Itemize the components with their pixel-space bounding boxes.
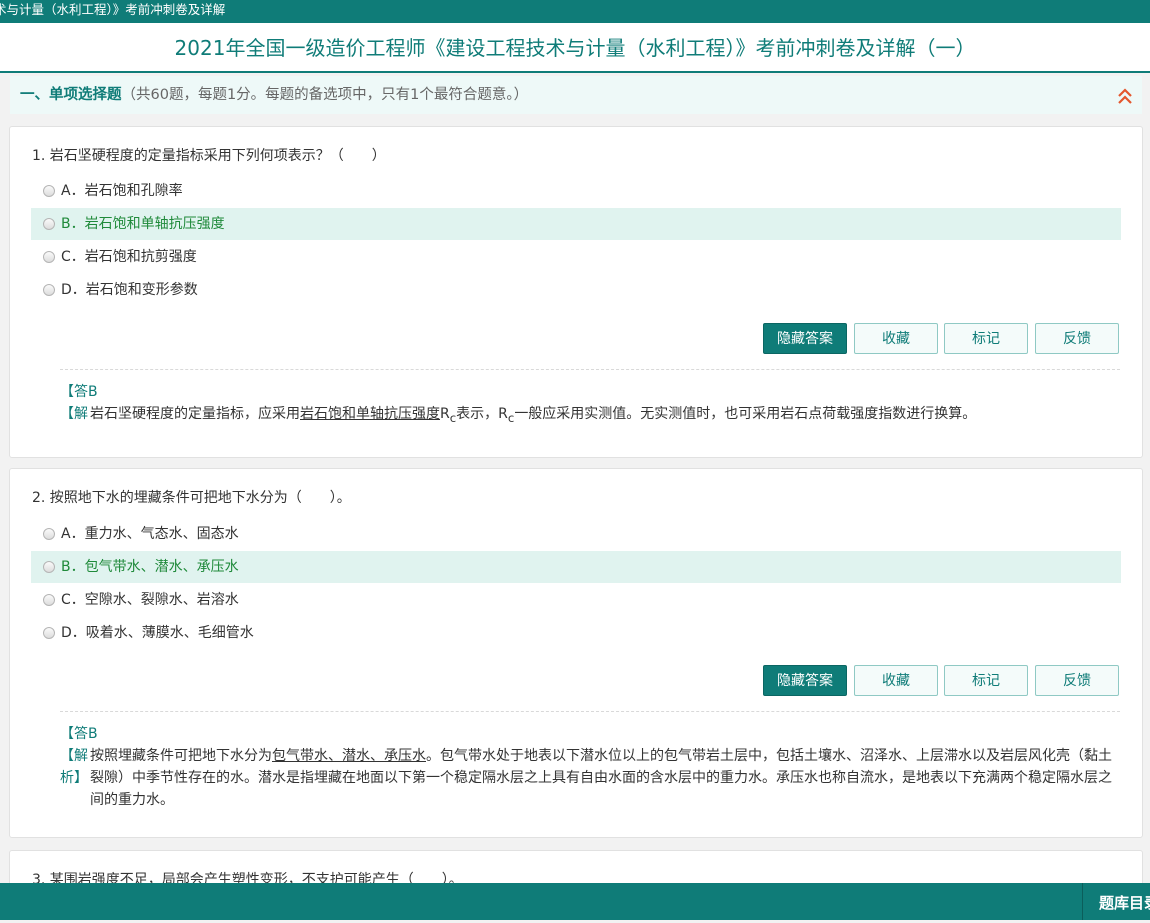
key-answer-text: 包气带水、潜水、承压水 xyxy=(272,748,426,764)
radio-button[interactable] xyxy=(43,594,55,606)
option-text: 吸着水、薄膜水、毛细管水 xyxy=(85,625,254,641)
explanation-label: 【解 xyxy=(60,406,88,422)
option-text: 包气带水、潜水、承压水 xyxy=(84,559,239,575)
option-c[interactable]: C．空隙水、裂隙水、岩溶水 xyxy=(31,584,1121,616)
option-letter: B． xyxy=(61,559,85,575)
option-letter: A． xyxy=(61,183,85,199)
section-header: 一、单项选择题（共60题，每题1分。每题的备选项中，只有1个最符合题意。） xyxy=(10,76,1142,114)
radio-button[interactable] xyxy=(43,528,55,540)
question-stem: 1. 岩石坚硬程度的定量指标采用下列何项表示？（ ） xyxy=(32,148,386,164)
radio-button[interactable] xyxy=(43,251,55,263)
top-bar-title: 术与计量（水利工程）》考前冲刺卷及详解 xyxy=(0,2,226,17)
radio-button[interactable] xyxy=(43,284,55,296)
answer-line: 【答B xyxy=(60,381,98,401)
radio-button[interactable] xyxy=(43,218,55,230)
section-title: 一、单项选择题 xyxy=(20,87,122,103)
divider xyxy=(60,369,1120,370)
option-letter: C． xyxy=(61,249,85,265)
radio-button[interactable] xyxy=(43,627,55,639)
option-a[interactable]: A．重力水、气态水、固态水 xyxy=(31,518,1121,550)
option-b[interactable]: B．岩石饱和单轴抗压强度 xyxy=(31,208,1121,240)
option-text: 岩石饱和变形参数 xyxy=(85,282,198,298)
option-text: 岩石饱和单轴抗压强度 xyxy=(84,216,225,232)
divider xyxy=(60,711,1120,712)
mark-button[interactable]: 标记 xyxy=(944,323,1028,354)
top-bar: 术与计量（水利工程）》考前冲刺卷及详解 xyxy=(0,0,1150,23)
key-answer-text: 岩石饱和单轴抗压强度 xyxy=(300,406,440,422)
explanation-label: 【解 析】 xyxy=(60,748,88,786)
double-chevron-up-icon[interactable] xyxy=(1116,84,1134,104)
option-a[interactable]: A．岩石饱和孔隙率 xyxy=(31,175,1121,207)
radio-button[interactable] xyxy=(43,185,55,197)
option-text: 重力水、气态水、固态水 xyxy=(84,526,239,542)
option-d[interactable]: D．岩石饱和变形参数 xyxy=(31,274,1121,306)
option-text: 空隙水、裂隙水、岩溶水 xyxy=(84,592,239,608)
title-bar: 2021年全国一级造价工程师《建设工程技术与计量（水利工程）》考前冲刺卷及详解（… xyxy=(0,23,1150,73)
option-text: 岩石饱和孔隙率 xyxy=(84,183,183,199)
radio-button[interactable] xyxy=(43,561,55,573)
explanation-text: 按照埋藏条件可把地下水分为包气带水、潜水、承压水。包气带水处于地表以下潜水位以上… xyxy=(90,748,1112,808)
option-letter: C． xyxy=(61,592,85,608)
option-letter: A． xyxy=(61,526,85,542)
option-text: 岩石饱和抗剪强度 xyxy=(84,249,197,265)
favorite-button[interactable]: 收藏 xyxy=(854,665,938,696)
question-bank-button[interactable]: 题库目录 xyxy=(1082,883,1150,920)
feedback-button[interactable]: 反馈 xyxy=(1035,323,1119,354)
option-letter: B． xyxy=(61,216,85,232)
bottom-bar: 题库目录 xyxy=(0,883,1150,920)
answer-line: 【答B xyxy=(60,723,98,743)
explanation-text: 岩石坚硬程度的定量指标，应采用岩石饱和单轴抗压强度Rc表示，Rc一般应采用实测值… xyxy=(90,406,977,425)
question-card: 2. 按照地下水的埋藏条件可把地下水分为（ ）。 A．重力水、气态水、固态水 B… xyxy=(9,468,1143,838)
hide-answer-button[interactable]: 隐藏答案 xyxy=(763,323,847,354)
option-c[interactable]: C．岩石饱和抗剪强度 xyxy=(31,241,1121,273)
answer-label: 【答 xyxy=(60,726,88,742)
explanation: 【解 析】 按照埋藏条件可把地下水分为包气带水、潜水、承压水。包气带水处于地表以下… xyxy=(60,745,1120,811)
answer-value: B xyxy=(88,384,98,400)
page-title: 2021年全国一级造价工程师《建设工程技术与计量（水利工程）》考前冲刺卷及详解（… xyxy=(174,36,976,60)
favorite-button[interactable]: 收藏 xyxy=(854,323,938,354)
question-stem: 2. 按照地下水的埋藏条件可把地下水分为（ ）。 xyxy=(32,490,351,506)
option-b[interactable]: B．包气带水、潜水、承压水 xyxy=(31,551,1121,583)
section-description: （共60题，每题1分。每题的备选项中，只有1个最符合题意。） xyxy=(121,87,529,103)
answer-value: B xyxy=(88,726,98,742)
option-letter: D． xyxy=(61,282,86,298)
explanation: 【解 岩石坚硬程度的定量指标，应采用岩石饱和单轴抗压强度Rc表示，Rc一般应采用… xyxy=(60,403,1120,429)
answer-label: 【答 xyxy=(60,384,88,400)
feedback-button[interactable]: 反馈 xyxy=(1035,665,1119,696)
option-letter: D． xyxy=(61,625,86,641)
question-card: 1. 岩石坚硬程度的定量指标采用下列何项表示？（ ） A．岩石饱和孔隙率 B．岩… xyxy=(9,126,1143,458)
mark-button[interactable]: 标记 xyxy=(944,665,1028,696)
option-d[interactable]: D．吸着水、薄膜水、毛细管水 xyxy=(31,617,1121,649)
hide-answer-button[interactable]: 隐藏答案 xyxy=(763,665,847,696)
